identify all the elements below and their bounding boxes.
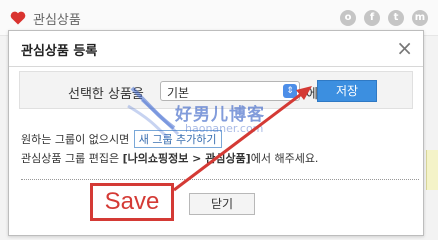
new-group-hint: 원하는 그룹이 없으시면 새 그룹 추가하기 bbox=[21, 130, 222, 148]
edit-group-hint-prefix: 관심상품 그룹 편집은 bbox=[21, 152, 120, 165]
facebook-icon[interactable]: f bbox=[364, 10, 380, 26]
myspace-icon[interactable]: m bbox=[412, 10, 428, 26]
selected-group-value: 기본 bbox=[167, 86, 190, 100]
dialog-header: 관심상품 등록 × bbox=[9, 31, 423, 67]
social-share-icons: o f t m bbox=[340, 10, 428, 26]
dialog-title: 관심상품 등록 bbox=[21, 44, 98, 59]
chevron-updown-icon: ⇕ bbox=[283, 84, 297, 98]
tumblr-icon[interactable]: t bbox=[388, 10, 404, 26]
edit-group-hint-suffix: 에서 해주세요. bbox=[250, 152, 319, 165]
new-group-link[interactable]: 새 그룹 추가하기 bbox=[133, 130, 222, 148]
dotted-divider bbox=[21, 179, 419, 180]
edit-group-hint: 관심상품 그룹 편집은 [나의쇼핑정보 > 관심상품]에서 해주세요. bbox=[21, 150, 318, 166]
wishlist-title: 관심상품 bbox=[33, 13, 81, 28]
wishlist-dialog: 관심상품 등록 × 선택한 상품을 기본 ⇕ 에 저장 원하는 그룹이 없으시면… bbox=[8, 30, 424, 236]
group-select[interactable]: 기본 ⇕ bbox=[160, 81, 300, 101]
save-button[interactable]: 저장 bbox=[317, 80, 377, 102]
heart-icon bbox=[10, 11, 26, 25]
new-group-hint-text: 원하는 그룹이 없으시면 bbox=[21, 133, 130, 146]
close-button[interactable]: 닫기 bbox=[189, 193, 255, 215]
close-icon[interactable]: × bbox=[396, 37, 413, 59]
edit-group-path: [나의쇼핑정보 > 관심상품] bbox=[122, 152, 251, 165]
group-select-row: 선택한 상품을 기본 ⇕ 에 저장 bbox=[19, 71, 413, 109]
side-sticker bbox=[426, 150, 438, 190]
annotation-label: Save bbox=[90, 183, 174, 221]
select-label: 선택한 상품을 bbox=[68, 87, 144, 102]
pinterest-icon[interactable]: o bbox=[340, 10, 356, 26]
